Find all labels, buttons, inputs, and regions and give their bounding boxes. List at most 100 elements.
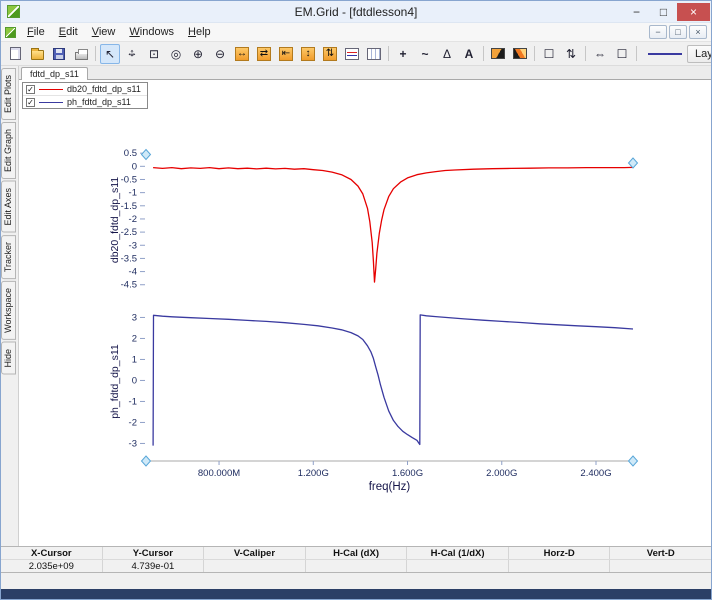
open-button[interactable]	[27, 44, 47, 64]
cursor-value-1: 4.739e-01	[103, 560, 205, 572]
cursor-diamond[interactable]	[140, 455, 152, 467]
new-file-icon	[9, 47, 21, 60]
window-controls: − □ ×	[623, 2, 711, 21]
svg-text:-1.5: -1.5	[121, 201, 137, 212]
plus-icon: +	[399, 46, 407, 61]
cursor-handles[interactable]	[140, 148, 639, 467]
trace-marker-button[interactable]: ~	[415, 44, 435, 64]
h-caliper-button[interactable]: ⇔	[590, 44, 610, 64]
cursor-diamond[interactable]	[140, 148, 152, 161]
colormap-button[interactable]	[510, 44, 530, 64]
curve-ph_fdtd_dp_s11[interactable]	[152, 314, 634, 446]
mdi-minimize-button[interactable]: −	[649, 25, 667, 39]
zoom-reset-tool[interactable]: ◎	[166, 44, 186, 64]
text-annotation-button[interactable]: A	[459, 44, 479, 64]
svg-text:-1: -1	[129, 188, 137, 199]
cursor-value-5	[509, 560, 611, 572]
side-tab-workspace[interactable]: Workspace	[1, 280, 16, 340]
delta-measure-button[interactable]: Δ	[437, 44, 457, 64]
fit-y-icon: ↕	[301, 46, 315, 61]
spinbox-icon: ⇅	[565, 46, 577, 61]
spin-control-toggle[interactable]: ⇅	[561, 44, 581, 64]
checkbox2-icon: ☐	[616, 46, 628, 61]
menu-help[interactable]: Help	[181, 24, 218, 40]
legend-checkbox[interactable]: ✓	[26, 84, 35, 94]
svg-text:1.600G: 1.600G	[392, 468, 423, 479]
layout-dropdown[interactable]: Layout ▾	[687, 44, 711, 63]
cursor-value-0: 2.035e+09	[1, 560, 103, 572]
select-tool[interactable]: ↖	[100, 43, 120, 64]
new-button[interactable]	[5, 44, 25, 64]
svg-text:1.200G: 1.200G	[298, 468, 329, 479]
expand-x-button[interactable]: ⇄	[254, 44, 274, 64]
pan-tool[interactable]	[122, 44, 142, 64]
app-window: EM.Grid - [fdtdlesson4] − □ × File Edit Vi…	[0, 0, 712, 600]
bottom-status-strip	[1, 589, 711, 599]
menu-view[interactable]: View	[85, 24, 123, 40]
chart-canvas[interactable]: 0.5 0 -0.5 -1 -1.5 -2 -2.5 -3 -3.5 -4 -4.5 db20_fdt…	[19, 80, 711, 546]
y-ticks: 0.5 0 -0.5 -1 -1.5 -2 -2.5 -3 -3.5 -4 -4.5	[121, 148, 145, 291]
axes-button[interactable]	[364, 44, 384, 64]
menu-file[interactable]: File	[20, 24, 52, 40]
toolbar-separator	[585, 46, 586, 61]
titlebar[interactable]: EM.Grid - [fdtdlesson4] − □ ×	[1, 1, 711, 23]
svg-text:-3: -3	[129, 438, 137, 449]
shrink-x-button[interactable]: ⇤	[276, 44, 296, 64]
side-tab-edit-graph[interactable]: Edit Graph	[1, 122, 16, 180]
svg-text:800.000M: 800.000M	[198, 468, 240, 479]
svg-text:-4: -4	[129, 267, 137, 278]
image-export-button[interactable]	[488, 44, 508, 64]
print-button[interactable]	[71, 44, 91, 64]
image-icon	[491, 48, 505, 59]
menu-edit[interactable]: Edit	[52, 24, 85, 40]
legend-item[interactable]: ✓ ph_fdtd_dp_s11	[23, 96, 147, 108]
expand-y-button[interactable]: ⇅	[320, 44, 340, 64]
phase-plot: 3 2 1 0 -1 -2 -3 ph_fdtd_dp_s11	[109, 312, 634, 449]
zoom-out-icon: ⊖	[214, 46, 226, 61]
minimize-button[interactable]: −	[623, 3, 650, 21]
expand-x-icon: ⇄	[257, 46, 271, 61]
cursor-headers: X-Cursor Y-Cursor V-Caliper H-Cal (dX) H-Cal…	[1, 547, 711, 560]
colormap-icon	[513, 48, 527, 59]
grid-button[interactable]	[342, 44, 362, 64]
zoom-in-tool[interactable]: ⊕	[188, 44, 208, 64]
maximize-button[interactable]: □	[650, 3, 677, 21]
v-caliper-toggle[interactable]: ☐	[612, 44, 632, 64]
show-legend-toggle[interactable]: ☐	[539, 44, 559, 64]
close-button[interactable]: ×	[677, 2, 710, 21]
fit-y-button[interactable]: ↕	[298, 44, 318, 64]
pan-hand-icon	[125, 47, 139, 61]
legend-label: db20_fdtd_dp_s11	[67, 84, 141, 94]
save-button[interactable]	[49, 44, 69, 64]
add-cursor-button[interactable]: +	[393, 44, 413, 64]
cursor-col-y-cursor: Y-Cursor	[103, 547, 205, 559]
curve-db20_fdtd_dp_s11[interactable]	[153, 166, 634, 283]
toolbar-separator	[636, 46, 637, 61]
svg-text:3: 3	[132, 312, 137, 323]
main-area: Edit Plots Edit Graph Edit Axes Tracker Work…	[1, 66, 711, 546]
mdi-restore-button[interactable]: □	[669, 25, 687, 39]
side-tab-hide[interactable]: Hide	[1, 341, 16, 375]
side-tab-edit-axes[interactable]: Edit Axes	[1, 181, 16, 233]
zoom-window-tool[interactable]: ⊡	[144, 44, 164, 64]
side-tab-edit-plots[interactable]: Edit Plots	[1, 68, 16, 121]
line-style-swatch[interactable]	[648, 52, 682, 55]
plot-area[interactable]: ✓ db20_fdtd_dp_s11 ✓ ph_fdtd_dp_s11 0.5 0 -0.…	[19, 80, 711, 546]
document-icon[interactable]	[5, 26, 16, 38]
menu-windows[interactable]: Windows	[122, 24, 181, 40]
fit-x-icon: ↔	[235, 46, 249, 61]
document-tabbar: fdtd_dp_s11	[19, 66, 711, 80]
cursor-value-6	[610, 560, 711, 572]
cursor-diamond[interactable]	[627, 157, 639, 169]
open-folder-icon	[30, 47, 44, 60]
side-tab-tracker[interactable]: Tracker	[1, 234, 16, 279]
cursor-diamond[interactable]	[627, 455, 639, 467]
zoom-out-tool[interactable]: ⊖	[210, 44, 230, 64]
fit-x-button[interactable]: ↔	[232, 44, 252, 64]
layout-group: Layout ▾	[648, 44, 711, 63]
legend-item[interactable]: ✓ db20_fdtd_dp_s11	[23, 83, 147, 96]
mdi-close-button[interactable]: ×	[689, 25, 707, 39]
doc-tab-fdtd-dp-s11[interactable]: fdtd_dp_s11	[21, 67, 88, 80]
svg-text:-2: -2	[129, 214, 137, 225]
legend-checkbox[interactable]: ✓	[26, 97, 35, 107]
